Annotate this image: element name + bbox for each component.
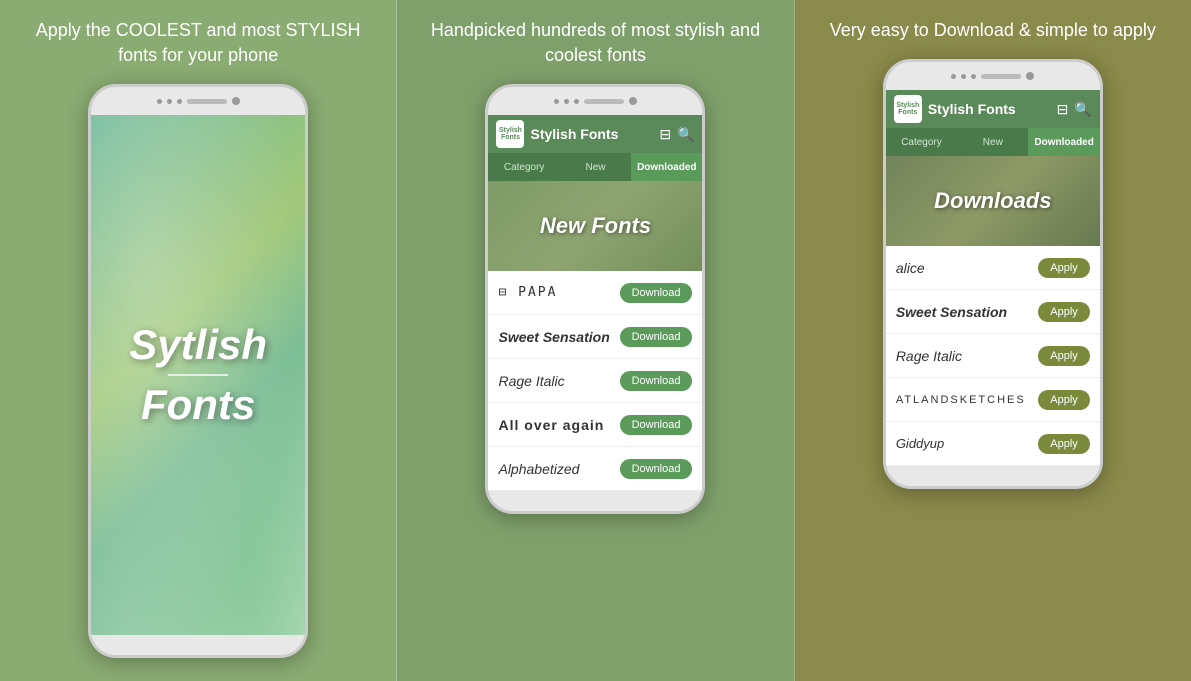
font-item-2-4: Alphabetized Download — [488, 447, 702, 491]
font-name-2-1: Sweet Sensation — [498, 329, 619, 345]
font-name-3-4: Giddyup — [896, 436, 1038, 451]
phone-screen-3: StylishFonts Stylish Fonts ⊟ 🔍 Category … — [886, 90, 1100, 466]
font-item-3-4: Giddyup Apply — [886, 422, 1100, 466]
phone-dot-5 — [564, 99, 569, 104]
phone-dot-8 — [961, 74, 966, 79]
font-name-3-0: alice — [896, 260, 1038, 276]
tab-bar-3: Category New Downloaded — [886, 128, 1100, 156]
tab-bar-2: Category New Downloaded — [488, 153, 702, 181]
cast-icon-2[interactable]: ⊟ — [659, 126, 671, 143]
tab-new-3[interactable]: New — [957, 128, 1028, 156]
phone-bottom-1 — [91, 635, 305, 655]
download-btn-2-0[interactable]: Download — [620, 283, 693, 303]
app-bar-icons-2: ⊟ 🔍 — [659, 126, 694, 143]
panel-1: Apply the COOLEST and most STYLISH fonts… — [0, 0, 397, 681]
app-title-3: Stylish Fonts — [928, 101, 1051, 117]
phone-dot-4 — [554, 99, 559, 104]
font-item-3-1: Sweet Sensation Apply — [886, 290, 1100, 334]
download-btn-2-2[interactable]: Download — [620, 371, 693, 391]
banner-3: Downloads — [886, 156, 1100, 246]
phone-wrapper-3: StylishFonts Stylish Fonts ⊟ 🔍 Category … — [795, 55, 1191, 681]
phone-bottom-3 — [886, 466, 1100, 486]
phone-top-bar-1 — [91, 87, 305, 115]
phone-2: StylishFonts Stylish Fonts ⊟ 🔍 Category … — [485, 84, 705, 514]
app-bar-icons-3: ⊟ 🔍 — [1057, 101, 1092, 118]
font-name-3-3: ATLANDSKETCHES — [896, 394, 1038, 406]
phone-wrapper-1: Sytlish Fonts — [0, 80, 396, 681]
app-bar-2: StylishFonts Stylish Fonts ⊟ 🔍 — [488, 115, 702, 153]
app-icon-3: StylishFonts — [894, 95, 922, 123]
tab-new-2[interactable]: New — [560, 153, 631, 181]
phone-dot-3 — [177, 99, 182, 104]
font-list-3: alice Apply Sweet Sensation Apply Rage I… — [886, 246, 1100, 466]
font-name-3-1: Sweet Sensation — [896, 304, 1038, 320]
phone-1: Sytlish Fonts — [88, 84, 308, 658]
phone-dot-9 — [971, 74, 976, 79]
phone-speaker-3 — [981, 74, 1021, 79]
font-item-3-3: ATLANDSKETCHES Apply — [886, 378, 1100, 422]
panel-3: Very easy to Download & simple to apply … — [795, 0, 1191, 681]
font-name-2-3: All over again — [498, 417, 619, 433]
tab-downloaded-3[interactable]: Downloaded — [1028, 128, 1099, 156]
apply-btn-3-3[interactable]: Apply — [1038, 390, 1090, 410]
splash-line1: Sytlish — [129, 322, 267, 368]
font-item-3-0: alice Apply — [886, 246, 1100, 290]
search-icon-2[interactable]: 🔍 — [677, 126, 694, 143]
font-name-2-4: Alphabetized — [498, 461, 619, 477]
phone-camera-1 — [232, 97, 240, 105]
download-btn-2-3[interactable]: Download — [620, 415, 693, 435]
phone-wrapper-2: StylishFonts Stylish Fonts ⊟ 🔍 Category … — [397, 80, 793, 681]
panel-3-tagline: Very easy to Download & simple to apply — [810, 0, 1176, 55]
phone-screen-1: Sytlish Fonts — [91, 115, 305, 635]
panel-2: Handpicked hundreds of most stylish and … — [397, 0, 794, 681]
phone-dot-7 — [951, 74, 956, 79]
phone-top-bar-2 — [488, 87, 702, 115]
phone-top-bar-3 — [886, 62, 1100, 90]
splash-title: Sytlish Fonts — [129, 322, 267, 428]
phone-bottom-2 — [488, 491, 702, 511]
cast-icon-3[interactable]: ⊟ — [1057, 101, 1069, 118]
font-item-2-3: All over again Download — [488, 403, 702, 447]
phone-camera-2 — [629, 97, 637, 105]
app-icon-2: StylishFonts — [496, 120, 524, 148]
phone-camera-3 — [1026, 72, 1034, 80]
font-item-3-2: Rage Italic Apply — [886, 334, 1100, 378]
phone-screen-2: StylishFonts Stylish Fonts ⊟ 🔍 Category … — [488, 115, 702, 491]
panel-1-tagline: Apply the COOLEST and most STYLISH fonts… — [0, 0, 396, 80]
search-icon-3[interactable]: 🔍 — [1074, 101, 1091, 118]
font-name-3-2: Rage Italic — [896, 348, 1038, 364]
splash-bg: Sytlish Fonts — [91, 115, 305, 635]
app-icon-text-3: StylishFonts — [896, 102, 919, 117]
apply-btn-3-1[interactable]: Apply — [1038, 302, 1090, 322]
splash-line2: Fonts — [129, 382, 267, 428]
download-btn-2-1[interactable]: Download — [620, 327, 693, 347]
apply-btn-3-0[interactable]: Apply — [1038, 258, 1090, 278]
tab-category-3[interactable]: Category — [886, 128, 957, 156]
phone-dot-6 — [574, 99, 579, 104]
banner-2: New Fonts — [488, 181, 702, 271]
apply-btn-3-4[interactable]: Apply — [1038, 434, 1090, 454]
tab-downloaded-2[interactable]: Downloaded — [631, 153, 702, 181]
font-name-2-0: ⊟ PAPA — [498, 285, 619, 300]
font-item-2-2: Rage Italic Download — [488, 359, 702, 403]
font-item-2-1: Sweet Sensation Download — [488, 315, 702, 359]
banner-text-3: Downloads — [934, 188, 1051, 214]
app-title-2: Stylish Fonts — [530, 126, 653, 142]
banner-text-2: New Fonts — [540, 213, 651, 239]
phone-dot-2 — [167, 99, 172, 104]
splash-divider — [168, 374, 228, 376]
phone-speaker-2 — [584, 99, 624, 104]
panel-2-tagline: Handpicked hundreds of most stylish and … — [397, 0, 793, 80]
phone-dot-1 — [157, 99, 162, 104]
app-icon-text-2: StylishFonts — [499, 127, 522, 142]
font-list-2: ⊟ PAPA Download Sweet Sensation Download… — [488, 271, 702, 491]
download-btn-2-4[interactable]: Download — [620, 459, 693, 479]
phone-speaker-1 — [187, 99, 227, 104]
font-item-2-0: ⊟ PAPA Download — [488, 271, 702, 315]
apply-btn-3-2[interactable]: Apply — [1038, 346, 1090, 366]
phone-3: StylishFonts Stylish Fonts ⊟ 🔍 Category … — [883, 59, 1103, 489]
tab-category-2[interactable]: Category — [488, 153, 559, 181]
font-name-2-2: Rage Italic — [498, 373, 619, 389]
app-bar-3: StylishFonts Stylish Fonts ⊟ 🔍 — [886, 90, 1100, 128]
